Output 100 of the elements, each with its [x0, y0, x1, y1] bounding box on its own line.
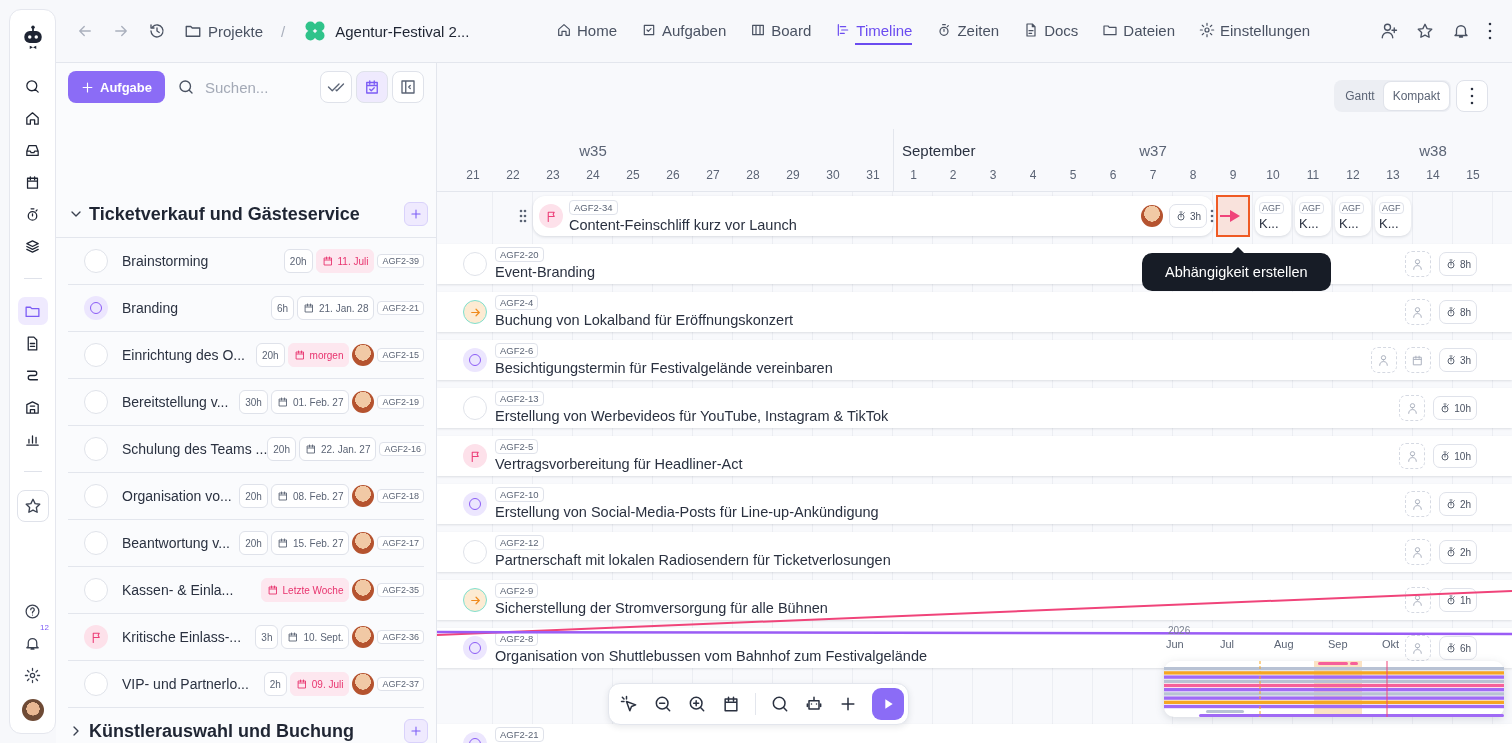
task-row[interactable]: Kritische Einlass-... 3h 10. Sept. AGF2-36 [68, 614, 424, 661]
task-row[interactable]: Organisation vo... 20h 08. Feb. 27 AGF2-18 [68, 473, 424, 520]
task-row[interactable]: AGF2-9 Sicherstellung der Stromversorgung für alle Bühnen 1h [437, 580, 1512, 620]
nav-tab[interactable]: Zeiten [936, 0, 1000, 62]
status-icon[interactable] [539, 204, 563, 228]
person-icon [1405, 449, 1419, 463]
day-label: 31 [865, 167, 881, 184]
zoom-out-icon[interactable] [653, 694, 673, 714]
timer-icon [1444, 498, 1457, 510]
more-icon[interactable] [1488, 22, 1492, 40]
task-row[interactable]: AGF2-21 [437, 724, 1512, 743]
star-icon[interactable] [1416, 22, 1434, 40]
task-row[interactable]: Kassen- & Einla... Letzte Woche AGF2-35 [68, 567, 424, 614]
add-user-icon[interactable] [1380, 22, 1398, 40]
status-icon[interactable] [463, 636, 487, 660]
select-cursor-icon[interactable] [619, 694, 639, 714]
status-icon[interactable] [463, 348, 487, 372]
day-label: 12 [1345, 167, 1361, 184]
assign-user-button[interactable] [1404, 587, 1431, 613]
minimap-drawing[interactable] [1164, 661, 1504, 717]
status-icon[interactable] [463, 444, 487, 468]
task-row[interactable]: Branding 6h 21. Jan. 28 AGF2-21 [68, 285, 424, 332]
due-date-badge[interactable]: 21. Jan. 28 [297, 296, 375, 320]
task-row[interactable]: Schulung des Teams ... 20h 22. Jan. 27 AGF2-16 [68, 426, 424, 473]
nav-tab[interactable]: Einstellungen [1199, 0, 1311, 62]
breadcrumb-link[interactable]: Projekte [184, 22, 264, 40]
view-toggle-button[interactable] [320, 71, 352, 103]
view-toggle-button[interactable] [356, 71, 388, 103]
task-name: VIP- und Partnerlo... [122, 676, 250, 692]
task-row[interactable]: AGF2-6 Besichtigungstermin für Festivalgelände vereinbaren 3h [437, 340, 1512, 380]
timer-icon [1174, 210, 1187, 222]
due-date-badge[interactable]: 10. Sept. [281, 625, 350, 649]
task-title: Erstellung von Werbevideos für YouTube, Instagram & TikTok [495, 408, 889, 424]
milestone-card[interactable]: AGF K... [1295, 196, 1331, 236]
status-icon[interactable] [84, 296, 108, 320]
nav-tab[interactable]: Aufgaben [641, 0, 727, 62]
due-date-badge[interactable]: morgen [287, 343, 350, 367]
help-icon[interactable] [24, 603, 41, 620]
task-row[interactable]: VIP- und Partnerlo... 2h 09. Juli AGF2-37 [68, 661, 424, 708]
favorites-button[interactable] [16, 490, 49, 522]
task-row[interactable]: AGF2-10 Erstellung von Social-Media-Posts für Line-up-Ankündigung 2h [437, 484, 1512, 524]
drag-handle-icon[interactable] [519, 209, 527, 223]
plus-icon [409, 724, 423, 738]
add-button[interactable] [404, 202, 428, 226]
month-label: Jun [1166, 637, 1185, 651]
task-row[interactable]: Einrichtung des O... 20h morgen AGF2-15 [68, 332, 424, 379]
bell-icon[interactable] [1452, 22, 1470, 40]
folder-icon [1102, 22, 1119, 38]
add-button[interactable] [404, 719, 428, 743]
gantt-bar[interactable]: AGF2-34 Content-Feinschliff kurz vor Launch 3h [533, 196, 1213, 236]
nav-tab[interactable]: Timeline [835, 0, 913, 62]
task-id-tag: AGF2-18 [377, 489, 424, 503]
view-toggle-button[interactable] [392, 71, 424, 103]
nav-tab[interactable]: Board [750, 0, 812, 62]
bell-icon[interactable] [24, 635, 41, 652]
search-field[interactable]: Suchen... [203, 77, 307, 97]
drag-handle-icon[interactable] [1210, 209, 1214, 223]
add-task-button[interactable]: Aufgabe [68, 71, 165, 103]
timer-icon [1444, 354, 1457, 366]
due-date-badge[interactable]: 01. Feb. 27 [270, 390, 350, 414]
month-label: Jul [1220, 637, 1236, 651]
set-date-button[interactable] [1404, 347, 1431, 373]
task-row[interactable]: Beantwortung v... 20h 15. Feb. 27 AGF2-17 [68, 520, 424, 567]
due-date-badge[interactable]: 11. Juli [315, 249, 375, 273]
nav-tab[interactable]: Docs [1023, 0, 1079, 62]
task-row[interactable]: AGF2-5 Vertragsvorbereitung für Headliner-Act 10h [437, 436, 1512, 476]
search-icon[interactable] [770, 694, 790, 714]
status-icon[interactable] [84, 625, 108, 649]
task-id-tag: AGF2-21 [377, 301, 424, 315]
due-date-badge[interactable]: 22. Jan. 27 [298, 437, 377, 461]
due-date-badge[interactable]: 15. Feb. 27 [270, 531, 350, 555]
task-id-tag: AGF2-10 [495, 487, 544, 502]
due-date-badge[interactable]: 09. Juli [289, 672, 350, 696]
milestone-card[interactable]: AGF K... [1255, 196, 1291, 236]
task-name: Kassen- & Einla... [122, 582, 235, 598]
zoom-in-icon[interactable] [687, 694, 707, 714]
play-button[interactable] [872, 688, 904, 720]
milestone-card[interactable]: AGF K... [1375, 196, 1411, 236]
arrow-icon [1220, 209, 1242, 223]
search-icon [177, 78, 195, 96]
task-row[interactable]: AGF2-4 Buchung von Lokalband für Eröffnungskonzert 8h [437, 292, 1512, 332]
project-link[interactable]: Agentur-Festival 2... [303, 19, 470, 43]
due-date-badge[interactable]: 08. Feb. 27 [270, 484, 350, 508]
milestone-card[interactable]: AGF K... [1335, 196, 1371, 236]
status-icon[interactable] [463, 492, 487, 516]
calendar-icon[interactable] [721, 694, 741, 714]
user-avatar[interactable] [21, 699, 44, 721]
nav-tab[interactable]: Dateien [1102, 0, 1175, 62]
view-mode-tab[interactable]: Gantt [1336, 82, 1384, 110]
status-icon[interactable] [463, 588, 487, 612]
task-row[interactable]: Brainstorming 20h 11. Juli AGF2-39 [68, 238, 424, 285]
history-icon[interactable] [148, 22, 166, 40]
view-mode-tab[interactable]: Kompakt [1383, 82, 1449, 110]
status-icon[interactable] [463, 300, 487, 324]
task-id-tag: AGF2-34 [569, 199, 618, 215]
nav-tab[interactable]: Home [556, 0, 617, 62]
due-date-badge[interactable]: Letzte Woche [260, 578, 350, 602]
calendar-icon [276, 396, 289, 408]
settings-icon[interactable] [24, 667, 41, 684]
task-row[interactable]: Bereitstellung v... 30h 01. Feb. 27 AGF2-19 [68, 379, 424, 426]
